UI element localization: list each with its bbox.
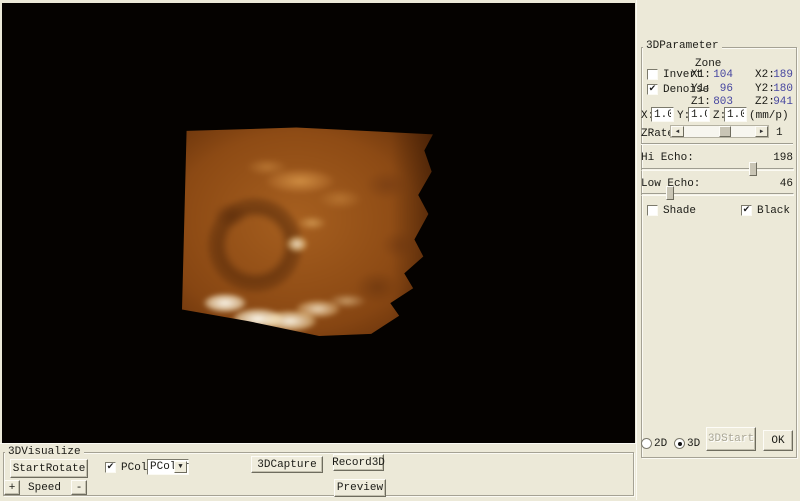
check-icon: ✔: [743, 206, 751, 215]
check-icon: ✔: [107, 463, 115, 472]
zrate-right-arrow[interactable]: ►: [755, 126, 768, 137]
shade-label: Shade: [663, 205, 696, 217]
black-label: Black: [757, 205, 790, 217]
mode-2d-radio[interactable]: [641, 438, 652, 449]
ultrasound-volume-render: [182, 125, 436, 337]
speed-label: Speed: [28, 482, 61, 494]
low-echo-value: 46: [755, 178, 793, 190]
hi-echo-label: Hi Echo:: [641, 152, 694, 164]
low-echo-slider-thumb[interactable]: [666, 186, 674, 200]
record3d-button[interactable]: Record3D: [333, 454, 384, 471]
chevron-down-icon[interactable]: ▼: [174, 461, 187, 473]
check-icon: ✔: [649, 85, 657, 94]
hi-echo-value: 198: [755, 152, 793, 164]
black-checkbox[interactable]: ✔: [741, 205, 752, 216]
start-rotate-button[interactable]: StartRotate: [10, 459, 88, 478]
denoise-checkbox[interactable]: ✔: [647, 84, 658, 95]
radio-dot-icon: [678, 442, 682, 446]
zone-y2-value: 180: [769, 83, 793, 95]
hi-echo-slider-thumb[interactable]: [749, 162, 757, 176]
visualize-group-title: 3DVisualize: [5, 446, 84, 458]
low-echo-slider-track[interactable]: [641, 193, 794, 196]
zrate-value: 1: [776, 127, 783, 139]
y-scale-input[interactable]: [688, 107, 710, 122]
zrate-left-arrow[interactable]: ◄: [671, 126, 684, 137]
speed-plus-button[interactable]: +: [4, 480, 20, 495]
zrate-thumb[interactable]: [719, 126, 731, 137]
3dstart-button[interactable]: 3DStart: [706, 427, 756, 451]
zone-z2-value: 941: [769, 96, 793, 108]
zrate-scrollbar[interactable]: ◄ ►: [670, 125, 769, 138]
app-window: 3DParameter ✔ Invert ✔ Denoise Zone X1: …: [0, 0, 800, 500]
ultrasound-texture: [172, 115, 446, 347]
speed-minus-button[interactable]: -: [71, 480, 87, 495]
mode-2d-label: 2D: [654, 438, 667, 450]
invert-checkbox[interactable]: ✔: [647, 69, 658, 80]
pcolor-dropdown[interactable]: PColor ▼: [147, 459, 189, 475]
zone-y1-value: 96: [707, 83, 733, 95]
3d-viewport[interactable]: [2, 3, 635, 443]
hi-echo-slider-track[interactable]: [641, 168, 794, 171]
3dcapture-button[interactable]: 3DCapture: [251, 456, 323, 473]
zone-x2-value: 189: [769, 69, 793, 81]
parameter-panel: 3DParameter ✔ Invert ✔ Denoise Zone X1: …: [636, 0, 800, 500]
scale-unit-label: (mm/p): [749, 110, 789, 122]
parameter-group-title: 3DParameter: [643, 40, 722, 52]
pcolor-checkbox[interactable]: ✔: [105, 462, 116, 473]
x-scale-input[interactable]: [651, 107, 674, 122]
shade-checkbox[interactable]: ✔: [647, 205, 658, 216]
visualize-panel: 3DVisualize StartRotate + Speed - ✔ PCol…: [0, 443, 636, 501]
z-scale-input[interactable]: [724, 107, 747, 122]
separator: [641, 143, 793, 145]
ok-button[interactable]: OK: [763, 430, 793, 451]
preview-button[interactable]: Preview: [334, 479, 386, 497]
mode-3d-label: 3D: [687, 438, 700, 450]
mode-3d-radio[interactable]: [674, 438, 685, 449]
zone-x1-value: 104: [707, 69, 733, 81]
